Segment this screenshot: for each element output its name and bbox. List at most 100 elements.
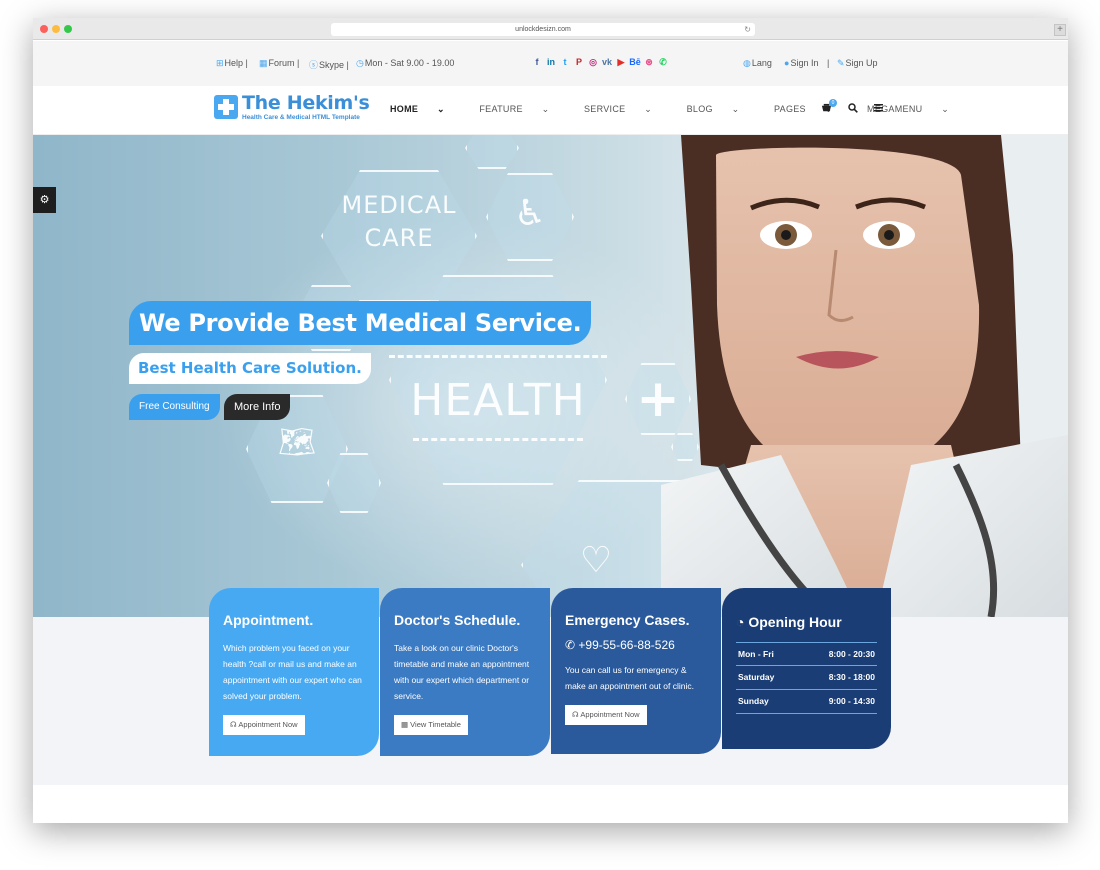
emergency-phone-number: +99-55-66-88-526	[578, 638, 675, 652]
hours-row-sunday: Sunday 9:00 - 14:30	[736, 690, 877, 714]
twitter-icon[interactable]: t	[558, 57, 572, 67]
sign-in-label: Sign In	[790, 58, 819, 68]
reload-icon[interactable]: ↻	[744, 23, 751, 36]
heart-icon: ♡	[579, 540, 613, 581]
new-tab-icon[interactable]: +	[1054, 24, 1066, 36]
appointment-text: Which problem you faced on your health ?…	[223, 643, 362, 701]
social-links: f in t P ◎ vk ▶ Bē ⊛ ✆	[530, 57, 670, 68]
edit-icon: ✎	[837, 58, 845, 68]
world-map-icon: 🗺	[277, 425, 317, 460]
help-icon: ⊞	[216, 58, 224, 68]
hex-care-text: CARE	[364, 224, 434, 252]
sign-up-label: Sign Up	[845, 58, 878, 68]
emergency-appointment-button[interactable]: ☊ Appointment Now	[565, 705, 647, 725]
linkedin-icon[interactable]: in	[544, 57, 558, 67]
nav-item-feature[interactable]: FEATURE ⌄	[479, 104, 565, 114]
minimize-window-icon[interactable]	[52, 25, 60, 33]
hero-title: We Provide Best Medical Service.	[129, 301, 592, 345]
logo-cross-icon[interactable]	[214, 95, 238, 119]
nav-item-home[interactable]: HOME ⌄	[390, 104, 461, 114]
skype-link[interactable]: ⓢSkype |	[309, 58, 349, 71]
appointment-card: Appointment. Which problem you faced on …	[209, 588, 379, 756]
office-hours: ◷Mon - Sat 9.00 - 19.00	[356, 58, 454, 69]
hours-time: 9:00 - 14:30	[828, 696, 875, 706]
whatsapp-icon: ✆	[565, 638, 579, 652]
nav-item-pages-label: PAGES	[774, 104, 806, 114]
schedule-card: Doctor's Schedule. Take a look on our cl…	[380, 588, 550, 756]
chevron-down-icon: ⌄	[731, 104, 740, 114]
opening-hour-card: ◔ Opening Hour Mon - Fri 8:00 - 20:30 Sat…	[722, 588, 891, 749]
topbar-separator: |	[827, 58, 830, 68]
opening-hour-title: ◔ Opening Hour	[736, 614, 877, 630]
vk-icon[interactable]: vk	[600, 57, 614, 67]
search-icon[interactable]	[848, 103, 858, 116]
whatsapp-icon[interactable]: ✆	[656, 57, 670, 68]
hero-banner: MEDICAL CARE ♿ HEALTH + 🗺 ♡ ⚙ We Provide…	[33, 135, 1068, 617]
chevron-down-icon: ⌄	[941, 104, 950, 114]
lang-label: Lang	[751, 58, 772, 68]
hours-day: Saturday	[738, 672, 775, 682]
address-bar[interactable]: unlockdesizn.com ↻	[331, 23, 755, 36]
cart-count-badge: 0	[829, 99, 837, 107]
logo-title[interactable]: The Hekim's	[242, 92, 370, 114]
logo-subtitle: Health Care & Medical HTML Template	[242, 114, 360, 121]
free-consulting-button[interactable]: Free Consulting	[129, 394, 220, 420]
clock-icon: ◷	[356, 58, 364, 68]
more-info-button[interactable]: More Info	[224, 394, 291, 420]
hours-time: 8:30 - 18:00	[828, 672, 875, 682]
behance-icon[interactable]: Bē	[628, 57, 642, 67]
clock-icon: ◔	[736, 614, 749, 630]
youtube-icon[interactable]: ▶	[614, 57, 628, 68]
view-timetable-label: View Timetable	[410, 720, 461, 729]
chevron-down-icon: ⌄	[437, 104, 445, 114]
doctor-photo	[661, 135, 1068, 617]
calendar-icon: ▦	[259, 58, 268, 68]
browser-window: unlockdesizn.com ↻ + ⊞Help | ▦Forum | ⓢS…	[33, 18, 1068, 823]
user-icon: ●	[784, 58, 790, 68]
hours-time: 8:00 - 20:30	[828, 649, 875, 659]
nav-menu: HOME ⌄ FEATURE ⌄ SERVICE ⌄ BLOG ⌄ PAGES …	[390, 104, 981, 115]
schedule-text: Take a look on our clinic Doctor's timet…	[394, 643, 530, 701]
nav-item-blog-label: BLOG	[686, 104, 713, 114]
facebook-icon[interactable]: f	[530, 57, 544, 67]
skype-icon: ⓢ	[309, 60, 319, 70]
emergency-appointment-label: Appointment Now	[580, 710, 640, 719]
dash-line-bottom	[413, 438, 583, 441]
schedule-title: Doctor's Schedule.	[394, 612, 521, 628]
address-bar-url: unlockdesizn.com	[515, 26, 571, 33]
emergency-card: Emergency Cases. ✆ +99-55-66-88-526 You …	[551, 588, 721, 754]
hex-decoration	[465, 135, 519, 169]
calendar-icon: ▦	[401, 720, 411, 729]
close-window-icon[interactable]	[40, 25, 48, 33]
nav-item-pages[interactable]: PAGES ⌄	[774, 104, 849, 114]
view-timetable-button[interactable]: ▦ View Timetable	[394, 715, 468, 735]
pinterest-icon[interactable]: P	[572, 57, 586, 67]
nav-item-feature-label: FEATURE	[479, 104, 523, 114]
emergency-phone[interactable]: ✆ +99-55-66-88-526	[565, 638, 707, 652]
maximize-window-icon[interactable]	[64, 25, 72, 33]
instagram-icon[interactable]: ◎	[586, 57, 600, 68]
forum-link[interactable]: ▦Forum |	[259, 58, 299, 69]
chevron-down-icon: ⌄	[644, 104, 653, 114]
sign-up-link[interactable]: ✎Sign Up	[837, 58, 878, 69]
settings-gear-icon[interactable]: ⚙	[33, 187, 56, 213]
appointment-now-label: Appointment Now	[238, 720, 298, 729]
nav-item-service[interactable]: SERVICE ⌄	[584, 104, 668, 114]
main-navigation: The Hekim's Health Care & Medical HTML T…	[33, 86, 1068, 135]
top-bar: ⊞Help | ▦Forum | ⓢSkype | ◷Mon - Sat 9.0…	[33, 41, 1068, 86]
skype-label: Skype |	[319, 60, 349, 70]
appointment-now-button[interactable]: ☊ Appointment Now	[223, 715, 305, 735]
wheelchair-icon: ♿	[513, 193, 547, 234]
sign-in-link[interactable]: ●Sign In	[784, 58, 818, 68]
dribbble-icon[interactable]: ⊛	[642, 57, 656, 68]
hours-day: Sunday	[738, 696, 769, 706]
hours-day: Mon - Fri	[738, 649, 774, 659]
chevron-down-icon: ⌄	[541, 104, 550, 114]
nav-item-service-label: SERVICE	[583, 104, 626, 114]
help-link[interactable]: ⊞Help |	[216, 58, 248, 69]
dash-line-top	[389, 355, 607, 358]
lang-selector[interactable]: ◍Lang	[743, 58, 772, 69]
nav-item-blog[interactable]: BLOG ⌄	[687, 104, 756, 114]
hamburger-menu-icon[interactable]	[874, 103, 883, 115]
forum-label: Forum |	[268, 58, 300, 68]
